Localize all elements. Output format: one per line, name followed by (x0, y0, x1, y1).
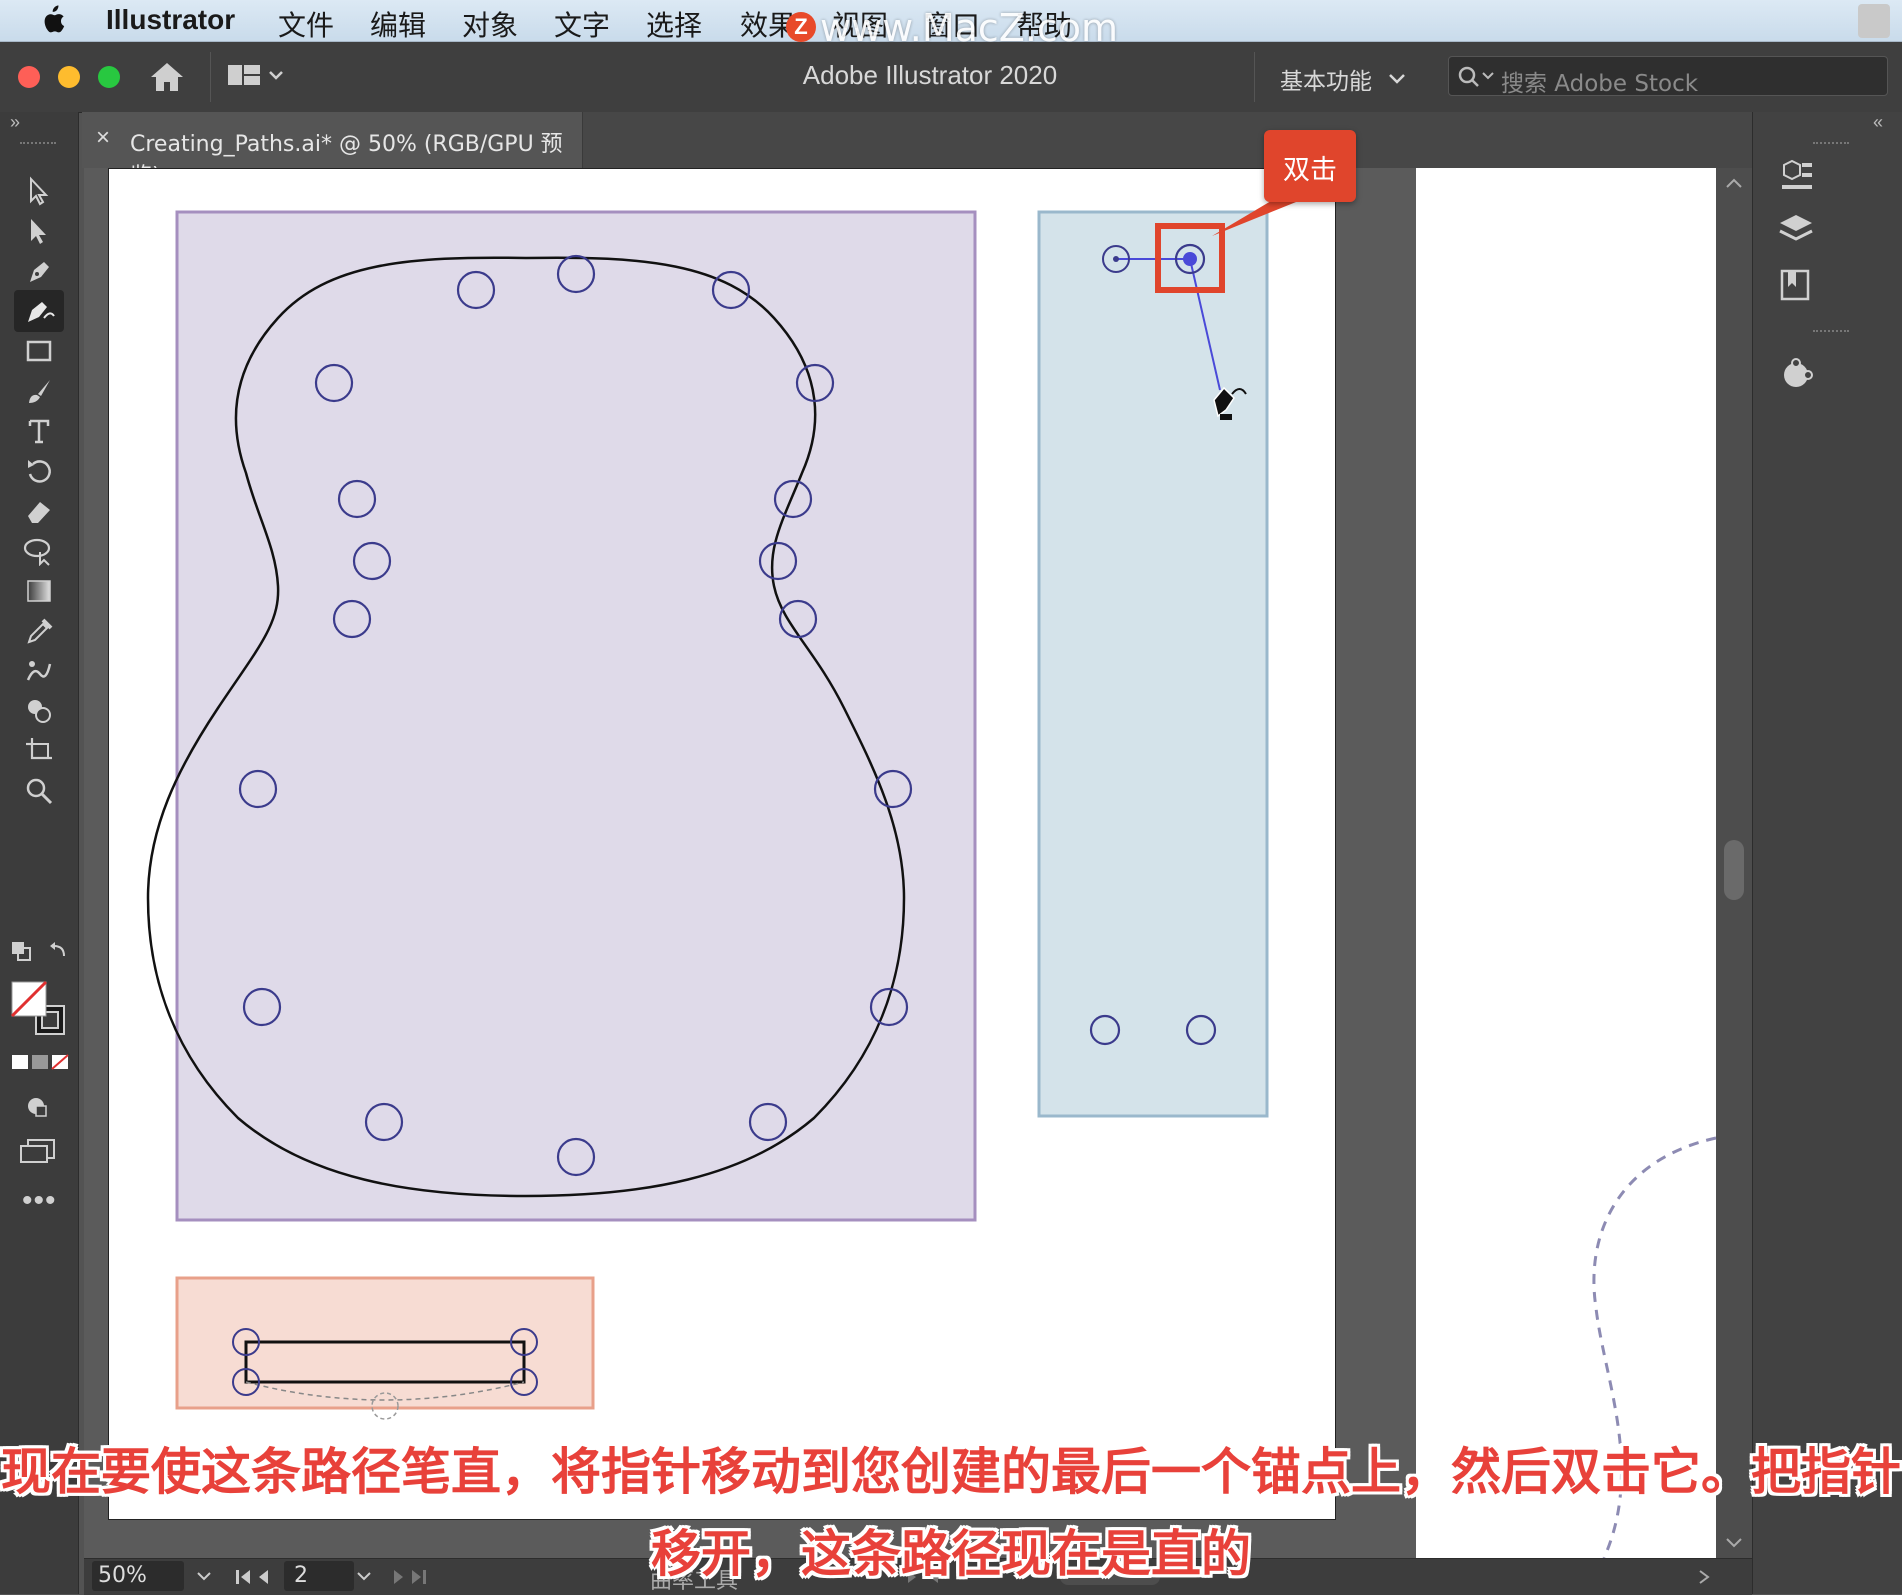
subtitle-line-2: 移开，这条路径现在是直的 (651, 1525, 1251, 1583)
libraries-icon (1780, 269, 1810, 301)
rotate-tool-icon (28, 460, 51, 483)
zoom-tool[interactable] (14, 770, 64, 812)
canvas-area[interactable] (84, 168, 1752, 1558)
rectangle-tool[interactable] (14, 330, 64, 372)
rectangle-tool-icon (26, 340, 52, 362)
menu-type[interactable]: 文字 (554, 4, 610, 44)
selection-tool-icon (30, 176, 49, 206)
apple-icon[interactable] (38, 4, 66, 36)
layers-panel-button[interactable] (1773, 208, 1819, 254)
watermark-badge: Z (786, 12, 816, 42)
direct-selection-tool[interactable] (14, 210, 64, 252)
guitar-neck-panel (1037, 210, 1269, 1118)
right-panel-dock: « (1752, 112, 1902, 1594)
zoom-tool-icon (26, 778, 53, 805)
lasso-tool[interactable] (14, 530, 64, 572)
macos-menu-bar: Illustrator 文件 编辑 对象 文字 选择 效果 视图 窗口 帮助 Z… (0, 0, 1902, 50)
menu-object[interactable]: 对象 (462, 4, 518, 44)
search-icon (1458, 66, 1494, 87)
type-tool[interactable] (14, 410, 64, 452)
search-placeholder: 搜索 Adobe Stock (1501, 71, 1699, 97)
direct-selection-tool-icon (31, 219, 46, 244)
recolor-icon (1784, 358, 1813, 387)
menubar-extra-icon (1858, 4, 1890, 38)
libraries-panel-button[interactable] (1773, 262, 1819, 308)
eyedropper-tool[interactable] (14, 610, 64, 652)
panel-grip[interactable] (1813, 142, 1849, 144)
lasso-tool-icon (23, 538, 51, 566)
menu-edit[interactable]: 编辑 (370, 4, 426, 44)
rotate-tool[interactable] (14, 450, 64, 492)
eyedropper-tool-icon (27, 618, 53, 644)
type-tool-icon (28, 419, 50, 444)
expand-panels-icon[interactable]: « (1873, 112, 1883, 133)
panel-grip[interactable] (1813, 330, 1849, 332)
eraser-tool-icon (28, 502, 50, 523)
double-click-callout: 双击 (1264, 130, 1356, 202)
callout-text: 双击 (1283, 155, 1337, 186)
layers-icon (1779, 215, 1813, 241)
puppet-warp-tool[interactable] (14, 650, 64, 692)
screen-mode-icon[interactable] (18, 1136, 58, 1166)
more-tools-icon[interactable]: ••• (22, 1184, 57, 1218)
properties-panel-button[interactable] (1773, 154, 1819, 200)
draw-mode-icon[interactable] (22, 1092, 52, 1122)
artwork (146, 198, 1717, 1558)
document-tab[interactable]: × Creating_Paths.ai* @ 50% (RGB/GPU 预览) (82, 112, 583, 189)
chevron-down-icon[interactable] (1388, 72, 1406, 86)
appearance-panel-button[interactable] (1773, 352, 1819, 398)
shape-builder-tool-icon (28, 700, 51, 723)
divider (1254, 52, 1255, 102)
menu-select[interactable]: 选择 (646, 4, 702, 44)
curvature-tool[interactable] (14, 290, 64, 332)
subtitle-line-1: 现在要使这条路径笔直，将指针移动到您创建的最后一个锚点上，然后双击它。把指针 (1, 1443, 1901, 1501)
adobe-stock-search[interactable]: 搜索 Adobe Stock (1448, 56, 1888, 97)
color-mode-icons[interactable] (10, 1052, 70, 1072)
workspace-switcher[interactable]: 基本功能 (1280, 62, 1372, 96)
paintbrush-tool-icon (29, 380, 50, 403)
collapse-panel-icon[interactable]: » (10, 112, 20, 133)
pen-tool[interactable] (14, 250, 64, 292)
artboard-tool[interactable] (14, 730, 64, 772)
tools-panel: » ••• (0, 112, 79, 1594)
properties-icon (1782, 159, 1812, 189)
shape-builder-tool[interactable] (14, 690, 64, 732)
menu-app-name[interactable]: Illustrator (106, 4, 235, 36)
swap-fill-stroke-icon[interactable] (10, 940, 70, 970)
curvature-tool-icon (28, 302, 55, 322)
gradient-tool[interactable] (14, 570, 64, 612)
pen-tool-icon (30, 262, 49, 282)
paintbrush-tool[interactable] (14, 370, 64, 412)
close-tab-button[interactable]: × (96, 124, 110, 152)
menu-file[interactable]: 文件 (278, 4, 334, 44)
eraser-tool[interactable] (14, 490, 64, 532)
fill-stroke-swatches-icon[interactable] (10, 980, 70, 1040)
puppet-warp-tool-icon (26, 661, 52, 681)
artboard-tool-icon (26, 738, 52, 760)
window-title-bar: Adobe Illustrator 2020 基本功能 搜索 Adobe Sto… (0, 42, 1902, 113)
gradient-tool-icon (27, 580, 51, 602)
selection-tool[interactable] (14, 170, 64, 212)
panel-grip[interactable] (20, 142, 56, 148)
